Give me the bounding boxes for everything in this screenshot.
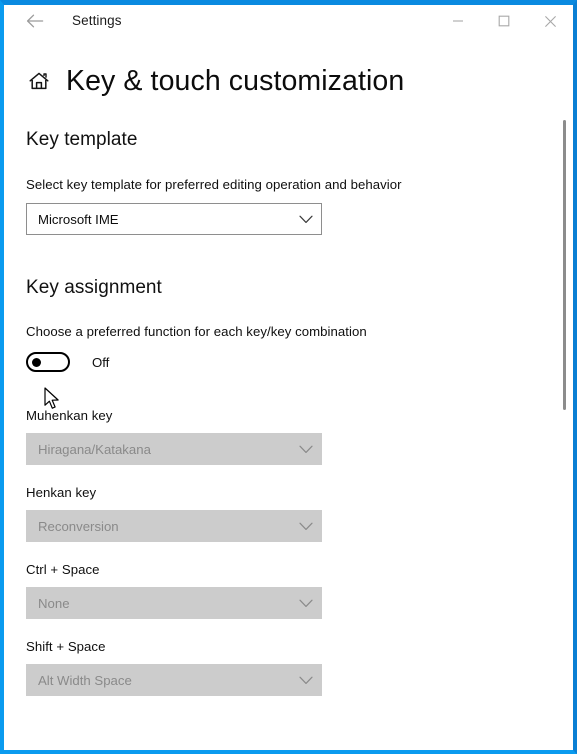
- back-arrow-icon: [25, 13, 47, 29]
- toggle-state-label: Off: [92, 354, 110, 370]
- window-controls: [435, 5, 573, 37]
- close-icon: [544, 15, 557, 28]
- title-bar: Settings: [4, 5, 573, 37]
- chevron-down-icon: [291, 599, 321, 608]
- section-title-key-assignment: Key assignment: [26, 277, 162, 298]
- key-row-henkan: Henkan key Reconversion: [26, 485, 573, 542]
- scrollbar-thumb[interactable]: [563, 120, 566, 410]
- key-template-dropdown[interactable]: Microsoft IME: [26, 203, 322, 235]
- scrollbar-track[interactable]: [558, 43, 572, 750]
- key-dropdown-shift-space[interactable]: Alt Width Space: [26, 664, 322, 696]
- key-assignment-toggle[interactable]: [26, 352, 70, 372]
- key-dropdown-henkan[interactable]: Reconversion: [26, 510, 322, 542]
- key-row-ctrl-space: Ctrl + Space None: [26, 562, 573, 619]
- chevron-down-icon: [291, 445, 321, 454]
- key-row-muhenkan: Muhenkan key Hiragana/Katakana: [26, 408, 573, 465]
- minimize-icon: [452, 15, 464, 27]
- key-label-muhenkan: Muhenkan key: [26, 408, 113, 423]
- page-header: Key & touch customization: [26, 61, 573, 101]
- home-icon[interactable]: [26, 68, 52, 94]
- chevron-down-icon: [291, 676, 321, 685]
- maximize-button[interactable]: [481, 5, 527, 37]
- maximize-icon: [498, 15, 510, 27]
- page-title: Key & touch customization: [66, 64, 405, 97]
- key-dropdown-ctrl-space-value: None: [38, 595, 70, 611]
- key-dropdown-muhenkan-value: Hiragana/Katakana: [38, 441, 151, 457]
- key-template-description: Select key template for preferred editin…: [26, 177, 402, 192]
- key-label-shift-space: Shift + Space: [26, 639, 106, 654]
- settings-window: Settings Key & touch customization Key t…: [0, 0, 577, 754]
- window-title: Settings: [72, 13, 122, 28]
- chevron-down-icon: [291, 215, 321, 224]
- key-row-shift-space: Shift + Space Alt Width Space: [26, 639, 573, 696]
- back-button[interactable]: [14, 5, 58, 37]
- close-button[interactable]: [527, 5, 573, 37]
- key-dropdown-henkan-value: Reconversion: [38, 518, 119, 534]
- chevron-down-icon: [291, 522, 321, 531]
- settings-page: Key & touch customization Key template S…: [4, 61, 573, 696]
- minimize-button[interactable]: [435, 5, 481, 37]
- key-label-henkan: Henkan key: [26, 485, 97, 500]
- key-dropdown-ctrl-space[interactable]: None: [26, 587, 322, 619]
- key-template-dropdown-value: Microsoft IME: [38, 211, 119, 227]
- section-title-key-template: Key template: [26, 129, 138, 150]
- toggle-knob: [32, 358, 41, 367]
- key-dropdown-muhenkan[interactable]: Hiragana/Katakana: [26, 433, 322, 465]
- window-client-area: Settings Key & touch customization Key t…: [4, 5, 573, 750]
- key-assignment-description: Choose a preferred function for each key…: [26, 324, 367, 339]
- key-assignment-toggle-row: Off: [26, 351, 573, 373]
- key-dropdown-shift-space-value: Alt Width Space: [38, 672, 132, 688]
- key-label-ctrl-space: Ctrl + Space: [26, 562, 100, 577]
